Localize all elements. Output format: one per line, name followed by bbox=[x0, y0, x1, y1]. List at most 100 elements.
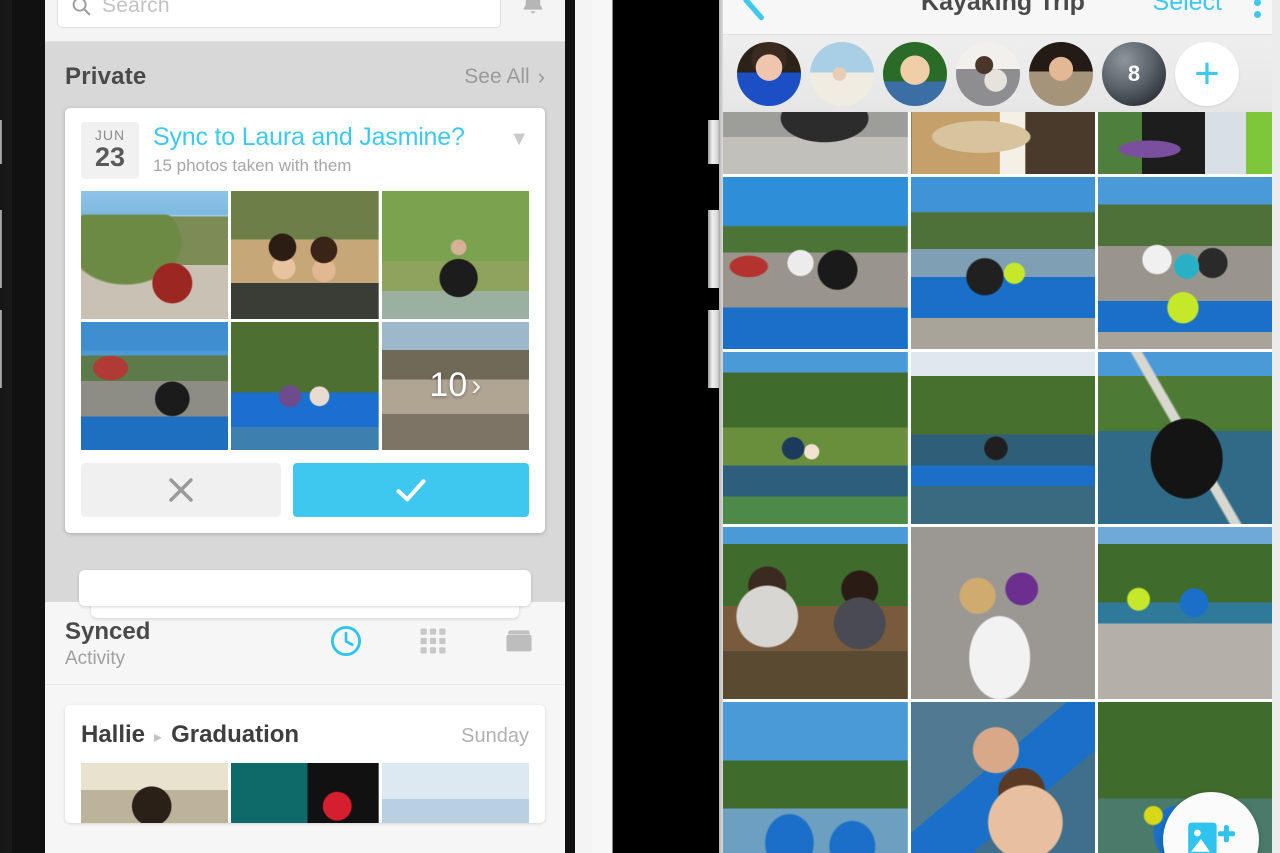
activity-card-header: Hallie ▸ Graduation Sunday bbox=[81, 721, 529, 749]
right-phone-device: Kayaking Trip Select 8 + bbox=[592, 0, 1280, 853]
sync-card-actions bbox=[81, 462, 529, 517]
back-button[interactable] bbox=[739, 0, 769, 27]
avatar[interactable] bbox=[737, 41, 801, 106]
member-avatar-row: 8 + bbox=[723, 34, 1280, 112]
date-month: JUN bbox=[94, 127, 126, 143]
background-right-edge bbox=[1272, 0, 1280, 853]
synced-title: Synced bbox=[65, 618, 151, 645]
tab-activity[interactable] bbox=[329, 624, 363, 663]
photo-thumbnail[interactable] bbox=[381, 190, 529, 319]
photo-thumbnail[interactable] bbox=[723, 527, 908, 699]
sync-card-text: Sync to Laura and Jasmine? 15 photos tak… bbox=[153, 122, 495, 176]
screenshot-root: Search Private See All › JUN 23 Sync to … bbox=[0, 0, 1280, 853]
activity-card[interactable]: Hallie ▸ Graduation Sunday bbox=[65, 704, 545, 823]
right-phone-volume-down-button[interactable] bbox=[708, 310, 720, 388]
synced-subtitle: Activity bbox=[65, 647, 126, 669]
photo-thumbnail[interactable] bbox=[910, 527, 1096, 699]
photo-thumbnail[interactable] bbox=[231, 190, 379, 319]
photo-thumbnail-more[interactable]: 10 › bbox=[381, 321, 529, 450]
navigation-bar: Kayaking Trip Select bbox=[723, 0, 1280, 34]
left-phone-volume-up-button[interactable] bbox=[0, 210, 2, 288]
chevron-right-icon: › bbox=[537, 64, 545, 89]
archive-icon bbox=[506, 630, 532, 652]
photo-thumbnail[interactable] bbox=[381, 762, 529, 823]
select-button[interactable]: Select bbox=[1153, 0, 1222, 17]
nav-actions: Select bbox=[1153, 0, 1267, 22]
sync-card-stack: JUN 23 Sync to Laura and Jasmine? 15 pho… bbox=[65, 108, 545, 618]
photo-thumbnail[interactable] bbox=[910, 352, 1096, 524]
sync-card-subtitle: 15 photos taken with them bbox=[153, 155, 352, 175]
photo-thumbnail[interactable] bbox=[231, 321, 379, 450]
left-phone-volume-down-button[interactable] bbox=[0, 310, 2, 388]
photo-thumbnail[interactable] bbox=[81, 190, 229, 319]
search-bar: Search bbox=[45, 0, 565, 42]
activity-day: Sunday bbox=[461, 724, 529, 747]
photo-thumbnail[interactable] bbox=[723, 352, 908, 524]
chevron-left-icon bbox=[743, 0, 764, 20]
triangle-right-icon: ▸ bbox=[154, 728, 163, 746]
photo-thumbnail[interactable] bbox=[1098, 527, 1280, 699]
activity-person: Hallie bbox=[81, 720, 146, 748]
see-all-button[interactable]: See All › bbox=[464, 64, 545, 90]
photo-thumbnail[interactable] bbox=[81, 762, 229, 823]
avatar[interactable] bbox=[883, 41, 947, 106]
chevron-right-icon: › bbox=[471, 368, 482, 402]
avatar[interactable] bbox=[1029, 41, 1093, 106]
photo-grid bbox=[723, 112, 1280, 853]
activity-album: Graduation bbox=[171, 720, 300, 748]
photo-thumbnail[interactable] bbox=[723, 177, 908, 349]
private-section: Private See All › JUN 23 Sync to Laura a… bbox=[45, 42, 565, 618]
synced-heading-text: Synced Activity bbox=[65, 618, 329, 670]
see-all-label: See All bbox=[464, 65, 530, 88]
tab-grid[interactable] bbox=[418, 626, 448, 661]
avatar[interactable] bbox=[956, 41, 1020, 106]
search-input[interactable]: Search bbox=[57, 0, 501, 28]
photo-thumbnail[interactable] bbox=[723, 112, 908, 174]
search-icon bbox=[72, 0, 91, 15]
notifications-button[interactable] bbox=[519, 0, 547, 23]
photo-thumbnail[interactable] bbox=[1098, 352, 1280, 524]
avatar[interactable] bbox=[810, 41, 874, 106]
right-phone-volume-up-button[interactable] bbox=[708, 210, 720, 288]
date-day: 23 bbox=[94, 142, 126, 173]
sync-card-header: JUN 23 Sync to Laura and Jasmine? 15 pho… bbox=[81, 122, 529, 179]
right-phone-mute-switch[interactable] bbox=[708, 120, 720, 164]
photo-thumbnail[interactable] bbox=[910, 702, 1096, 853]
more-photos-overlay: 10 › bbox=[382, 322, 529, 450]
stacked-card-mid bbox=[79, 570, 531, 606]
chevron-down-icon[interactable]: ▼ bbox=[509, 128, 529, 151]
decline-sync-button[interactable] bbox=[81, 462, 281, 517]
sync-card-photo-grid: 10 › bbox=[81, 190, 529, 450]
photo-thumbnail[interactable] bbox=[1098, 177, 1280, 349]
synced-section: Synced Activity Hallie ▸ Graduation Sund… bbox=[45, 602, 565, 823]
photo-thumbnail[interactable] bbox=[1098, 112, 1280, 174]
checkmark-icon bbox=[396, 478, 426, 502]
synced-view-tabs bbox=[329, 624, 545, 663]
photo-thumbnail[interactable] bbox=[910, 112, 1096, 174]
photo-thumbnail[interactable] bbox=[231, 762, 379, 823]
left-phone-screen: Search Private See All › JUN 23 Sync to … bbox=[45, 0, 565, 853]
tab-archive[interactable] bbox=[503, 626, 535, 661]
clock-icon bbox=[330, 626, 362, 657]
grid-icon bbox=[420, 628, 446, 654]
activity-thumbnails bbox=[81, 762, 529, 823]
accept-sync-button[interactable] bbox=[293, 462, 529, 517]
photo-thumbnail[interactable] bbox=[81, 321, 229, 450]
kebab-menu-icon[interactable] bbox=[1248, 0, 1267, 22]
image-plus-icon bbox=[1188, 822, 1235, 853]
photo-thumbnail[interactable] bbox=[723, 702, 908, 853]
left-phone-mute-switch[interactable] bbox=[0, 120, 2, 164]
close-icon bbox=[169, 477, 193, 502]
sync-suggestion-card[interactable]: JUN 23 Sync to Laura and Jasmine? 15 pho… bbox=[65, 108, 545, 533]
bell-icon bbox=[523, 0, 543, 14]
sync-card-title: Sync to Laura and Jasmine? bbox=[153, 123, 465, 151]
private-section-title: Private bbox=[65, 63, 147, 90]
right-phone-screen: Kayaking Trip Select 8 + bbox=[723, 0, 1280, 853]
photo-thumbnail[interactable] bbox=[910, 177, 1096, 349]
right-phone-body bbox=[613, 0, 719, 853]
private-section-header: Private See All › bbox=[65, 56, 545, 98]
more-photos-count: 10 bbox=[429, 366, 468, 405]
avatar-overflow-count[interactable]: 8 bbox=[1102, 41, 1166, 106]
date-badge: JUN 23 bbox=[81, 122, 139, 179]
add-member-button[interactable]: + bbox=[1175, 41, 1239, 106]
